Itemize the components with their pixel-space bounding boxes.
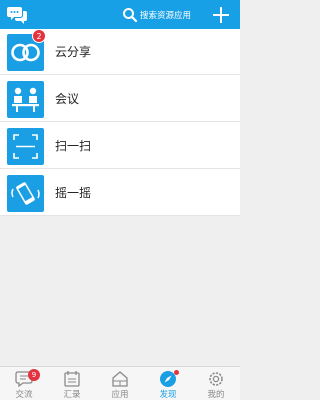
home-icon: [112, 371, 128, 387]
list-item-cloud-share[interactable]: 2 云分享: [0, 29, 240, 75]
list-item-label: 会议: [55, 92, 80, 106]
tab-records[interactable]: 汇录: [48, 367, 96, 400]
list-item-meeting[interactable]: 会议: [0, 76, 240, 122]
tab-me[interactable]: 我的: [192, 367, 240, 400]
tab-label: 我的: [207, 390, 225, 400]
search-icon: [123, 8, 138, 23]
tab-chat[interactable]: 9 交流: [0, 367, 48, 400]
list-item-label: 扫一扫: [55, 139, 92, 153]
chat-bubbles-icon[interactable]: [6, 4, 28, 26]
discover-list: 2 云分享 会议 扫一扫 摇一摇: [0, 29, 240, 216]
tab-label: 交流: [15, 390, 33, 400]
scan-frame-icon: [7, 128, 44, 165]
search-label: 搜索资源应用: [140, 11, 192, 21]
tab-label: 发现: [159, 390, 177, 400]
list-item-scan[interactable]: 扫一扫: [0, 123, 240, 169]
plus-icon: [213, 7, 229, 23]
shake-phone-icon: [7, 175, 44, 212]
gear-icon: [209, 372, 223, 386]
cloud-share-badge: 2: [32, 29, 46, 43]
tab-discover[interactable]: 发现: [144, 367, 192, 400]
search-button[interactable]: 搜索资源应用: [122, 4, 191, 26]
top-bar: 搜索资源应用: [0, 0, 240, 29]
bottom-nav: 9 交流 汇录 应用 发现 我的: [0, 366, 240, 400]
list-item-shake[interactable]: 摇一摇: [0, 170, 240, 216]
list-item-label: 摇一摇: [55, 186, 92, 200]
tab-apps[interactable]: 应用: [96, 367, 144, 400]
add-button[interactable]: [210, 4, 232, 26]
tab-label: 应用: [111, 390, 129, 400]
calendar-icon: [64, 371, 80, 387]
chat-badge: 9: [28, 369, 40, 381]
list-item-label: 云分享: [55, 45, 92, 59]
discover-dot: [174, 370, 179, 375]
tab-label: 汇录: [63, 390, 81, 400]
meeting-people-icon: [7, 81, 44, 118]
